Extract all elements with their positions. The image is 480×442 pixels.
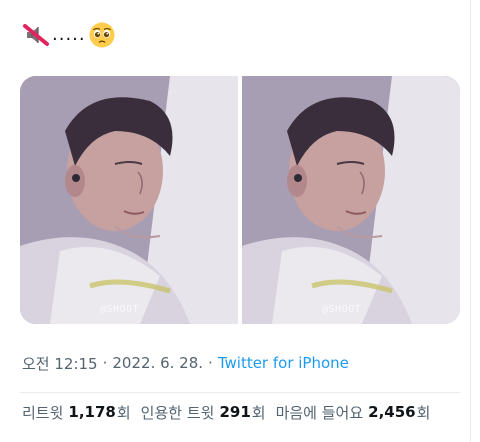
quotes-label: 인용한 트윗 <box>140 403 215 422</box>
tweet-photo-left[interactable]: @SHOOT <box>20 76 238 324</box>
likes-count: 2,456 <box>368 403 416 421</box>
quotes-count: 291 <box>219 403 251 421</box>
quotes-stat[interactable]: 인용한 트윗 291 회 <box>141 402 266 423</box>
likes-label: 마음에 들어요 <box>275 403 364 422</box>
retweets-stat[interactable]: 리트윗 1,178 회 <box>22 402 131 423</box>
meta-separator: · <box>102 354 108 372</box>
tweet-dots: ..... <box>52 24 86 45</box>
pleading-face-emoji-icon <box>88 21 116 49</box>
likes-unit: 회 <box>416 403 431 422</box>
photo-watermark-left: @SHOOT <box>100 304 140 315</box>
tweet-timestamp-line: 오전 12:15 · 2022. 6. 28. · Twitter for iP… <box>22 352 349 374</box>
retweets-label: 리트윗 <box>22 403 64 422</box>
quotes-unit: 회 <box>251 403 266 422</box>
right-border <box>470 0 471 442</box>
photo-portrait-left <box>20 76 238 324</box>
muted-speaker-emoji-icon <box>22 21 50 49</box>
tweet-photo-right[interactable]: @SHOOT <box>242 76 460 324</box>
tweet-text: ..... <box>22 20 116 50</box>
tweet-time[interactable]: 오전 12:15 <box>22 353 98 374</box>
tweet-stats: 리트윗 1,178 회 인용한 트윗 291 회 마음에 들어요 2,456 회 <box>22 401 440 423</box>
tweet-media: @SHOOT @SHOOT <box>20 76 460 324</box>
retweets-unit: 회 <box>116 403 131 422</box>
photo-portrait-right <box>242 76 460 324</box>
tweet-source-link[interactable]: Twitter for iPhone <box>218 354 349 372</box>
photo-watermark-right: @SHOOT <box>322 304 362 315</box>
divider <box>20 392 460 393</box>
meta-separator: · <box>208 354 213 372</box>
likes-stat[interactable]: 마음에 들어요 2,456 회 <box>276 402 431 423</box>
retweets-count: 1,178 <box>68 403 116 421</box>
tweet-date[interactable]: 2022. 6. 28. <box>112 354 203 372</box>
